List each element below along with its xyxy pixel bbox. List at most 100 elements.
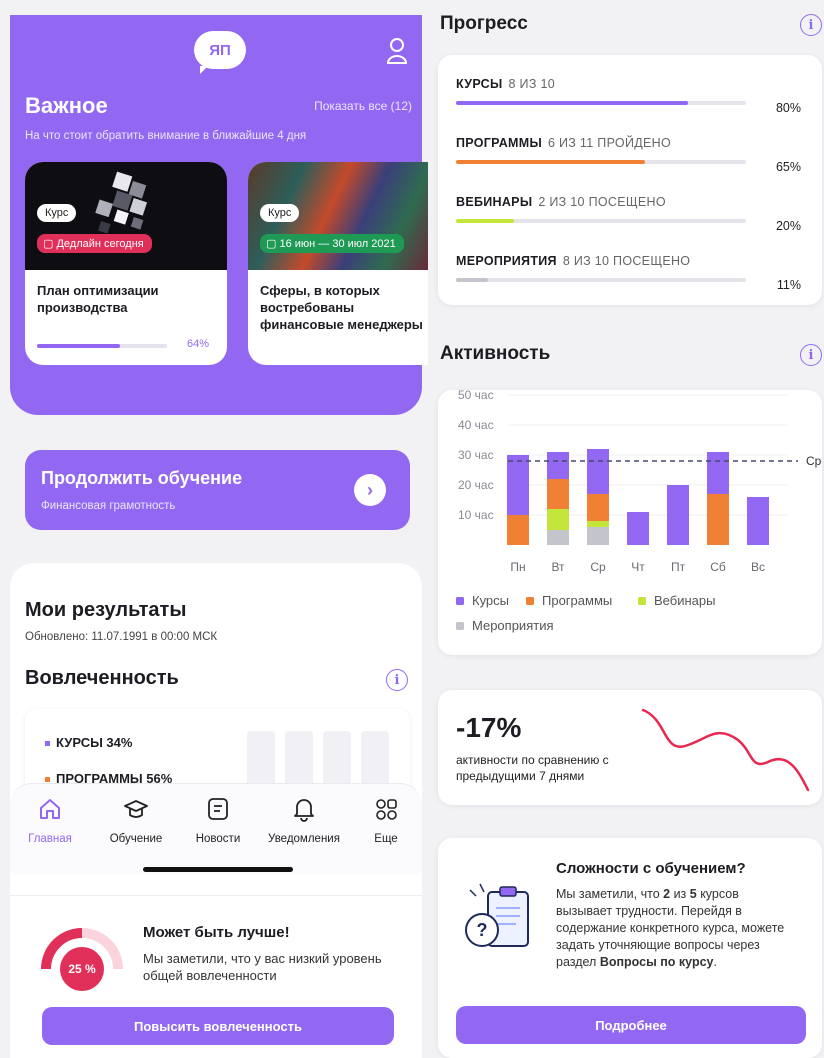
more-details-button[interactable]: Подробнее [456, 1006, 806, 1044]
course-progress-fill [37, 344, 121, 348]
date-range-text: 16 июн — 30 июл 2021 [279, 238, 396, 250]
progress-row-detail: 6 ИЗ 11 ПРОЙДЕНО [548, 136, 671, 150]
progress-percent: 11% [776, 278, 801, 292]
tab-more[interactable]: Еще [346, 796, 426, 845]
info-icon[interactable]: i [800, 14, 822, 36]
date-range-badge: ▢ 16 июн — 30 июл 2021 [260, 234, 404, 253]
left-screen: ЯП Важное Показать все (12) На что стоит… [10, 15, 428, 1058]
home-icon [40, 799, 60, 819]
alert-title: Может быть лучше! [143, 924, 290, 941]
more-grid-icon [376, 799, 397, 820]
x-tick-label: Пт [671, 560, 686, 574]
progress-track [456, 278, 746, 282]
course-card-title: План оптимизации производства [37, 283, 159, 315]
legend-label: Программы [542, 593, 612, 608]
progress-row: ПРОГРАММЫ 6 ИЗ 11 ПРОЙДЕНО 65% [456, 136, 801, 174]
y-tick-label: 10 час [458, 508, 494, 522]
chart-bar-segment [747, 497, 769, 545]
legend-swatch [638, 597, 646, 605]
progress-row-label: ВЕБИНАРЫ 2 ИЗ 10 ПОСЕЩЕНО [456, 195, 801, 209]
difficulty-text: Мы заметили, что 2 из 5 курсов вызывает … [556, 887, 785, 969]
x-tick-label: Пн [510, 560, 525, 574]
course-card-title: Сферы, в которых востребованы финансовые… [260, 283, 423, 332]
chart-bar-segment [587, 521, 609, 527]
x-tick-label: Ср [590, 560, 606, 574]
progress-row-detail: 8 ИЗ 10 [508, 77, 555, 91]
progress-fill [456, 278, 488, 282]
progress-percent: 80% [775, 101, 801, 115]
progress-card: КУРСЫ 8 ИЗ 10 80% ПРОГРАММЫ 6 ИЗ 11 ПРОЙДЕН… [438, 55, 822, 305]
x-tick-label: Чт [631, 560, 645, 574]
progress-fill [456, 219, 514, 223]
activity-chart: 10 час 20 час 30 час 40 час 50 час Пн Вт Ср Чт Пт… [456, 388, 824, 633]
tab-label: Новости [195, 833, 241, 845]
svg-text:?: ? [477, 920, 488, 940]
progress-row: ВЕБИНАРЫ 2 ИЗ 10 ПОСЕЩЕНО 20% [456, 195, 801, 233]
progress-track [456, 160, 746, 164]
progress-percent: 65% [775, 160, 801, 174]
chart-bar-segment [587, 527, 609, 545]
progress-row-detail: 8 ИЗ 10 ПОСЕЩЕНО [562, 254, 691, 268]
chart-bar-segment [587, 449, 609, 494]
x-tick-label: Вт [551, 560, 565, 574]
y-tick-label: 20 час [458, 478, 494, 492]
progress-row-label: КУРСЫ 8 ИЗ 10 [456, 77, 801, 91]
x-tick-label: Сб [710, 560, 726, 574]
bottom-tab-bar: Главная Обучение Новости Уведомления Еще [10, 783, 422, 875]
trend-line [641, 708, 810, 792]
legend-label: Мероприятия [472, 618, 554, 633]
legend-swatch [526, 597, 534, 605]
chart-bar-segment [707, 452, 729, 494]
info-icon[interactable]: i [800, 344, 822, 366]
progress-fill [456, 101, 688, 105]
chart-bar-segment [707, 494, 729, 545]
progress-fill [456, 160, 645, 164]
course-tag: Курс [260, 204, 300, 222]
tab-notifications[interactable]: Уведомления [260, 796, 348, 845]
chart-bar-segment [547, 452, 569, 479]
progress-row-name: КУРСЫ [456, 77, 503, 91]
chevron-right-icon[interactable]: › [354, 474, 386, 506]
course-progress-track [37, 344, 167, 348]
info-icon[interactable]: i [386, 669, 408, 691]
important-section: ЯП Важное Показать все (12) На что стоит… [10, 15, 428, 415]
continue-learning-button[interactable]: Продолжить обучение Финансовая грамотнос… [25, 450, 410, 530]
graduation-cap-icon [124, 800, 148, 818]
activity-card: 10 час 20 час 30 час 40 час 50 час Пн Вт Ср Чт Пт… [438, 388, 824, 655]
app-logo: ЯП [194, 31, 246, 74]
progress-row: МЕРОПРИЯТИЯ 8 ИЗ 10 ПОСЕЩЕНО 11% [456, 254, 801, 292]
legend-label: Вебинары [654, 593, 715, 608]
progress-track [456, 219, 746, 223]
progress-row-name: МЕРОПРИЯТИЯ [456, 254, 557, 268]
course-card[interactable]: Курс ▢ 16 июн — 30 июл 2021 Сферы, в кот… [248, 162, 428, 365]
increase-engagement-button[interactable]: Повысить вовлеченность [42, 1007, 394, 1045]
chart-bar-segment [667, 485, 689, 545]
comparison-value: -17% [456, 712, 522, 743]
news-icon [208, 798, 228, 820]
chart-bar-segment [507, 455, 529, 515]
difficulty-title: Сложности с обучением? [556, 860, 746, 877]
progress-row: КУРСЫ 8 ИЗ 10 80% [456, 77, 801, 115]
engagement-title: Вовлеченность [25, 667, 179, 689]
y-tick-label: 30 час [458, 448, 494, 462]
legend-swatch [456, 622, 464, 630]
y-tick-label: 40 час [458, 418, 494, 432]
progress-percent: 20% [775, 219, 801, 233]
tab-news[interactable]: Новости [178, 796, 258, 845]
course-progress-label: 64% [187, 338, 210, 350]
engagement-courses: КУРСЫ 34% [45, 735, 132, 750]
tab-learning[interactable]: Обучение [96, 796, 176, 845]
tab-label: Обучение [109, 833, 163, 845]
home-indicator [143, 867, 293, 872]
chart-bar-segment [507, 515, 529, 545]
course-card[interactable]: Курс ▢ Дедлайн сегодня План оптимизации … [25, 162, 227, 365]
user-icon[interactable] [386, 37, 408, 65]
clipboard-question-icon: ? [465, 883, 529, 947]
tab-home[interactable]: Главная [10, 796, 90, 845]
legend-label: Курсы [472, 593, 509, 608]
show-all-link[interactable]: Показать все (12) [314, 99, 412, 113]
results-title: Мои результаты [25, 599, 187, 621]
chart-bar-segment [627, 512, 649, 545]
progress-row-name: ПРОГРАММЫ [456, 136, 542, 150]
continue-title: Продолжить обучение [41, 468, 243, 488]
